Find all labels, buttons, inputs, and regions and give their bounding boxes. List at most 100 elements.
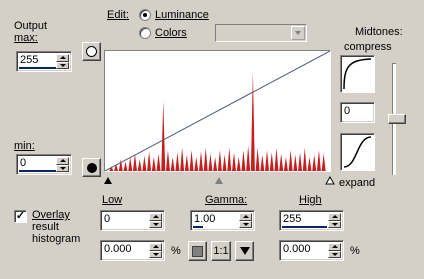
spin-down-button[interactable] bbox=[328, 250, 341, 258]
low-percent-value: 0.000 bbox=[104, 243, 132, 255]
low-percent-spinner[interactable] bbox=[149, 243, 162, 258]
overlay-label-line1: Overlay bbox=[32, 209, 70, 221]
output-min-spinner[interactable] bbox=[56, 157, 69, 172]
histogram-bar bbox=[123, 161, 128, 171]
spin-down-button[interactable] bbox=[56, 61, 69, 69]
spin-down-button[interactable] bbox=[149, 250, 162, 258]
low-label-text: Low bbox=[102, 194, 123, 206]
histogram-bar bbox=[232, 152, 237, 171]
low-percent-field[interactable]: 0.000 bbox=[100, 240, 165, 261]
histogram-bar bbox=[222, 154, 227, 171]
spin-up-button[interactable] bbox=[56, 157, 69, 165]
spin-down-icon bbox=[243, 222, 249, 226]
histogram-bar bbox=[142, 155, 147, 171]
histogram-bar bbox=[217, 150, 222, 171]
colors-radio[interactable] bbox=[139, 27, 151, 39]
compress-label: compress bbox=[344, 41, 392, 53]
low-field[interactable]: 0 bbox=[100, 210, 165, 231]
output-max-value: 255 bbox=[20, 54, 39, 66]
histogram-bar bbox=[198, 151, 203, 171]
histogram-bar bbox=[298, 152, 303, 171]
transfer-curve-line bbox=[105, 51, 330, 171]
overlay-label-line2: result bbox=[32, 221, 59, 233]
midtones-slider-thumb[interactable] bbox=[388, 114, 406, 124]
spin-up-button[interactable] bbox=[239, 213, 252, 221]
midtones-field[interactable]: 0 bbox=[340, 102, 375, 123]
high-percent-value: 0.000 bbox=[283, 243, 311, 255]
one-to-one-button[interactable]: 1:1 bbox=[211, 241, 231, 261]
histogram-bar bbox=[260, 154, 265, 171]
gamma-field[interactable]: 1.00 bbox=[190, 210, 255, 231]
spin-down-button[interactable] bbox=[149, 220, 162, 228]
dropdown-button[interactable] bbox=[291, 26, 305, 40]
spin-down-button[interactable] bbox=[56, 164, 69, 172]
low-value: 0 bbox=[104, 213, 111, 225]
histogram-bar bbox=[293, 154, 298, 171]
spin-down-icon bbox=[332, 252, 338, 256]
spin-down-button[interactable] bbox=[328, 220, 341, 228]
output-max-spinner[interactable] bbox=[56, 54, 69, 69]
high-percent-spinner[interactable] bbox=[328, 243, 341, 258]
spin-down-button[interactable] bbox=[239, 220, 252, 228]
histogram-bar bbox=[128, 157, 133, 171]
stop-button[interactable] bbox=[188, 241, 207, 261]
histogram-bar bbox=[265, 150, 270, 171]
histogram-bar bbox=[170, 157, 175, 171]
dropdown-arrow-button[interactable] bbox=[235, 241, 254, 261]
low-label: Low bbox=[102, 194, 122, 206]
histogram-bar bbox=[283, 157, 288, 171]
histogram-bar bbox=[161, 101, 166, 171]
spin-up-button[interactable] bbox=[328, 213, 341, 221]
luminance-label[interactable]: Luminance bbox=[155, 9, 209, 21]
spin-up-icon bbox=[153, 245, 159, 248]
spin-down-icon bbox=[60, 63, 66, 67]
spin-down-icon bbox=[153, 252, 159, 256]
output-max-underline bbox=[19, 67, 56, 69]
color-channel-dropdown[interactable] bbox=[215, 24, 307, 42]
luminance-label-text: Luminance bbox=[155, 9, 209, 21]
histogram-bar bbox=[147, 151, 152, 171]
radio-selected-dot bbox=[143, 13, 147, 17]
luminance-radio[interactable] bbox=[139, 9, 151, 21]
histogram-bar bbox=[236, 157, 241, 171]
histogram-bar bbox=[307, 157, 312, 171]
histogram-bar bbox=[180, 147, 185, 171]
spin-up-button[interactable] bbox=[56, 54, 69, 62]
edit-label: Edit: bbox=[107, 9, 129, 21]
high-underline bbox=[282, 226, 327, 228]
high-percent-field[interactable]: 0.000 bbox=[279, 240, 344, 261]
output-max-field[interactable]: 255 bbox=[16, 51, 72, 72]
white-point-button[interactable] bbox=[82, 42, 101, 61]
overlay-label[interactable]: Overlay result histogram bbox=[32, 209, 80, 245]
overlay-label-line3: histogram bbox=[32, 233, 81, 245]
expand-curve-icon bbox=[340, 133, 375, 171]
black-point-button[interactable] bbox=[82, 158, 101, 177]
histogram-bar bbox=[227, 147, 232, 171]
histogram-bar bbox=[213, 157, 218, 171]
overlay-checkbox[interactable]: ✓ bbox=[14, 210, 27, 223]
histogram-panel bbox=[104, 50, 331, 172]
histogram-bar bbox=[316, 150, 321, 171]
histogram-bar bbox=[255, 147, 260, 171]
high-spinner[interactable] bbox=[328, 213, 341, 228]
spin-up-button[interactable] bbox=[149, 243, 162, 251]
gamma-marker-icon[interactable] bbox=[215, 177, 223, 184]
square-icon bbox=[192, 245, 203, 257]
spin-up-button[interactable] bbox=[328, 243, 341, 251]
histogram-bar bbox=[203, 147, 208, 171]
gamma-spinner[interactable] bbox=[239, 213, 252, 228]
output-min-field[interactable]: 0 bbox=[16, 154, 72, 175]
colors-label[interactable]: Colors bbox=[155, 27, 187, 39]
compress-curve-icon bbox=[340, 55, 375, 93]
low-marker-icon[interactable] bbox=[104, 177, 112, 184]
spin-up-button[interactable] bbox=[149, 213, 162, 221]
midtones-label: Midtones: bbox=[355, 26, 403, 38]
edit-label-text: Edit: bbox=[107, 9, 130, 21]
histogram-bar bbox=[250, 71, 255, 171]
chevron-down-icon bbox=[295, 31, 301, 35]
histogram-bar bbox=[175, 152, 180, 171]
spin-up-icon bbox=[153, 215, 159, 218]
low-spinner[interactable] bbox=[149, 213, 162, 228]
high-field[interactable]: 255 bbox=[279, 210, 344, 231]
histogram-bar bbox=[189, 150, 194, 171]
